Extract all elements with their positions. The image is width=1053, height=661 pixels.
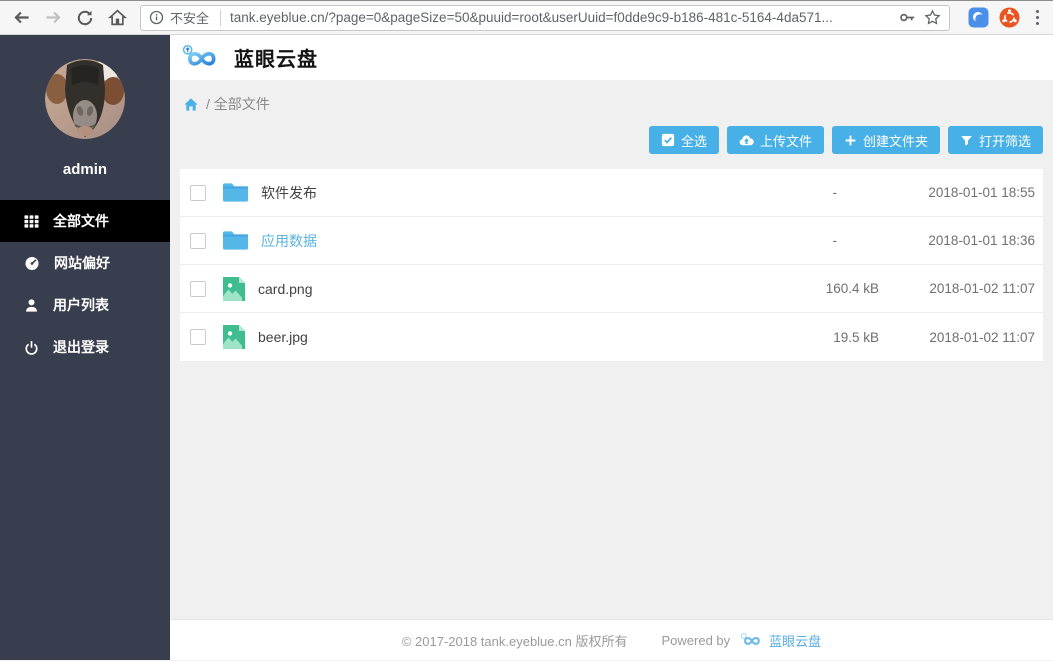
browser-toolbar: 不安全 tank.eyeblue.cn/?page=0&pageSize=50&…: [0, 0, 1053, 35]
grid-icon: [24, 214, 39, 229]
sidebar-item-label: 全部文件: [53, 211, 109, 231]
footer: © 2017-2018 tank.eyeblue.cn 版权所有 Powered…: [170, 619, 1053, 660]
plus-icon: [844, 134, 857, 147]
sidebar-item-all-files[interactable]: 全部文件: [0, 200, 170, 242]
row-checkbox[interactable]: [190, 281, 206, 297]
open-filter-button[interactable]: 打开筛选: [948, 126, 1043, 154]
sidebar-item-label: 用户列表: [53, 295, 109, 315]
footer-brand-link[interactable]: 蓝眼云盘: [738, 631, 821, 650]
forward-button[interactable]: [40, 5, 66, 31]
home-button[interactable]: [104, 5, 130, 31]
create-folder-button[interactable]: 创建文件夹: [832, 126, 940, 154]
select-all-label: 全选: [681, 131, 707, 150]
browser-home-icon: [108, 8, 127, 27]
user-icon: [24, 298, 39, 313]
sidebar: admin 全部文件 网站偏好 用户列表 退出登录: [0, 35, 170, 660]
image-file-icon: [222, 324, 246, 350]
bookmark-star-icon[interactable]: [924, 9, 941, 26]
power-icon: [24, 340, 39, 355]
powered-by-text: Powered by: [661, 633, 730, 648]
address-bar[interactable]: 不安全 tank.eyeblue.cn/?page=0&pageSize=50&…: [140, 5, 950, 31]
omnibox-divider: [220, 10, 221, 26]
file-name[interactable]: 应用数据: [261, 231, 779, 251]
browser-menu-icon[interactable]: [1030, 6, 1045, 29]
forward-icon: [44, 8, 63, 27]
file-row-folder-1[interactable]: 软件发布 - 2018-01-01 18:55: [180, 169, 1043, 217]
folder-icon: [222, 181, 249, 204]
file-row-folder-2[interactable]: 应用数据 - 2018-01-01 18:36: [180, 217, 1043, 265]
breadcrumb-path: / 全部文件: [206, 94, 270, 114]
create-folder-label: 创建文件夹: [863, 131, 928, 150]
row-checkbox[interactable]: [190, 185, 206, 201]
url-text[interactable]: tank.eyeblue.cn/?page=0&pageSize=50&puui…: [230, 10, 891, 25]
folder-icon: [222, 229, 249, 252]
refresh-icon: [76, 9, 94, 27]
breadcrumb: / 全部文件: [183, 94, 1053, 114]
file-row-image-2[interactable]: beer.jpg 19.5 kB 2018-01-02 11:07: [180, 313, 1043, 361]
row-checkbox[interactable]: [190, 329, 206, 345]
file-name[interactable]: card.png: [258, 281, 779, 297]
sidebar-item-label: 退出登录: [53, 337, 109, 357]
app-header: 蓝眼云盘: [170, 35, 1053, 80]
sidebar-item-label: 网站偏好: [54, 253, 110, 273]
back-button[interactable]: [8, 5, 34, 31]
sidebar-item-logout[interactable]: 退出登录: [0, 326, 170, 368]
file-row-image-1[interactable]: card.png 160.4 kB 2018-01-02 11:07: [180, 265, 1043, 313]
file-date: 2018-01-01 18:55: [879, 185, 1035, 200]
file-size: -: [779, 233, 879, 248]
footer-brand-label: 蓝眼云盘: [769, 631, 821, 650]
goat-avatar-image: [45, 59, 125, 139]
sidebar-menu: 全部文件 网站偏好 用户列表 退出登录: [0, 200, 170, 368]
app-logo-icon: [178, 43, 224, 73]
extension-orange-icon[interactable]: [999, 7, 1020, 28]
key-icon[interactable]: [899, 9, 916, 26]
dashboard-icon: [24, 255, 40, 271]
file-date: 2018-01-02 11:07: [879, 330, 1035, 345]
security-label: 不安全: [170, 8, 209, 27]
filter-icon: [960, 134, 973, 147]
refresh-button[interactable]: [72, 5, 98, 31]
info-icon[interactable]: [149, 10, 164, 25]
main-content: 蓝眼云盘 / 全部文件 全选 上传文件 创建文件夹 打开筛选: [170, 35, 1053, 660]
sidebar-item-site-preferences[interactable]: 网站偏好: [0, 242, 170, 284]
sidebar-item-user-list[interactable]: 用户列表: [0, 284, 170, 326]
open-filter-label: 打开筛选: [979, 131, 1031, 150]
check-square-icon: [661, 133, 675, 147]
extension-blue-icon[interactable]: [968, 7, 989, 28]
file-size: -: [779, 185, 879, 200]
file-table: 软件发布 - 2018-01-01 18:55 应用数据 - 2018-01-0…: [180, 169, 1043, 361]
username: admin: [63, 161, 107, 178]
file-date: 2018-01-02 11:07: [879, 281, 1035, 296]
upload-file-button[interactable]: 上传文件: [727, 126, 824, 154]
image-file-icon: [222, 276, 246, 302]
footer-logo-icon: [738, 632, 765, 649]
upload-file-label: 上传文件: [760, 131, 812, 150]
copyright-text: © 2017-2018 tank.eyeblue.cn 版权所有: [402, 631, 628, 650]
cloud-upload-icon: [739, 133, 754, 148]
select-all-button[interactable]: 全选: [649, 126, 719, 154]
file-name[interactable]: beer.jpg: [258, 329, 779, 345]
page-title: 蓝眼云盘: [234, 43, 318, 72]
file-date: 2018-01-01 18:36: [879, 233, 1035, 248]
avatar: [45, 59, 125, 139]
back-icon: [12, 8, 31, 27]
home-icon[interactable]: [183, 97, 199, 112]
row-checkbox[interactable]: [190, 233, 206, 249]
file-size: 160.4 kB: [779, 281, 879, 296]
file-name[interactable]: 软件发布: [261, 183, 779, 203]
file-size: 19.5 kB: [779, 330, 879, 345]
action-toolbar: 全选 上传文件 创建文件夹 打开筛选: [180, 126, 1043, 154]
